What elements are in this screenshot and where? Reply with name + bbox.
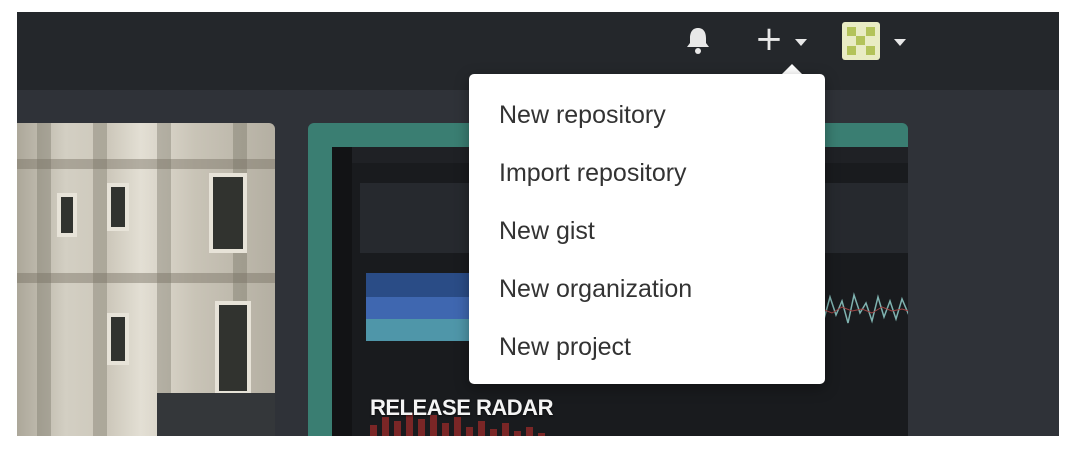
building-window <box>107 313 129 365</box>
create-new-button[interactable]: + <box>753 22 817 58</box>
preview-bar <box>526 427 533 436</box>
photo-card-building[interactable] <box>17 123 275 436</box>
preview-bar <box>538 433 545 436</box>
preview-sidebar <box>332 147 352 436</box>
avatar <box>842 22 880 60</box>
chevron-down-icon <box>795 39 807 46</box>
menu-item-import-repository[interactable]: Import repository <box>469 144 825 202</box>
preview-bar <box>370 425 377 436</box>
menu-item-new-project[interactable]: New project <box>469 318 825 376</box>
preview-bar <box>490 429 497 436</box>
notifications-button[interactable] <box>680 22 716 58</box>
menu-item-new-gist[interactable]: New gist <box>469 202 825 260</box>
preview-bar <box>394 421 401 436</box>
bell-icon <box>687 28 709 54</box>
preview-table <box>812 183 908 253</box>
avatar-pixel <box>866 27 875 36</box>
create-menu-list: New repository Import repository New gis… <box>469 86 825 376</box>
menu-item-new-organization[interactable]: New organization <box>469 260 825 318</box>
building-window <box>209 173 247 253</box>
avatar-pixel <box>847 46 856 55</box>
building-window <box>57 193 77 237</box>
preview-bar <box>442 423 449 436</box>
create-new-dropdown: New repository Import repository New gis… <box>469 74 825 384</box>
preview-line-chart <box>812 292 908 324</box>
building-base <box>157 393 275 436</box>
preview-bar <box>478 421 485 436</box>
avatar-pixel <box>847 27 856 36</box>
preview-bar <box>502 423 509 436</box>
avatar-pixel <box>866 46 875 55</box>
chevron-down-icon <box>894 39 906 46</box>
preview-bar <box>514 431 521 436</box>
preview-bar <box>418 419 425 436</box>
app-window: + RELEASE RADAR New repository Import re… <box>17 12 1059 436</box>
building-ledge <box>17 159 275 169</box>
building-ledge <box>17 273 275 283</box>
menu-item-new-repository[interactable]: New repository <box>469 86 825 144</box>
preview-bar <box>466 427 473 436</box>
card-title: RELEASE RADAR <box>370 395 553 420</box>
plus-icon: + <box>754 19 784 59</box>
user-menu-button[interactable] <box>842 18 912 62</box>
building-window <box>107 183 129 231</box>
avatar-pixel <box>856 36 865 45</box>
building-window <box>215 301 251 395</box>
